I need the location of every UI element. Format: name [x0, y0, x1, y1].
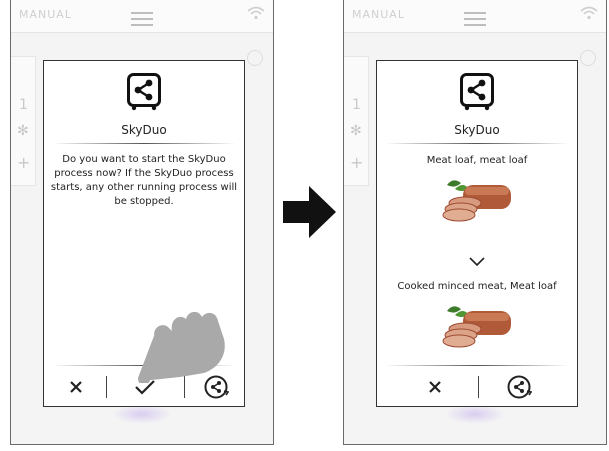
- action-separator: [478, 376, 479, 398]
- dialog-title: SkyDuo: [454, 123, 500, 137]
- pointing-hand-icon: [138, 311, 225, 383]
- menu-icon[interactable]: [131, 12, 153, 30]
- cancel-icon: [429, 381, 441, 393]
- background-dial-icon: [580, 50, 596, 66]
- background-snowflake-icon: ✻: [17, 123, 29, 139]
- background-side-panel: 1 ✻ +: [344, 56, 369, 186]
- divider: [385, 143, 569, 144]
- dialog-title: SkyDuo: [121, 123, 167, 137]
- background-plus-icon: +: [350, 153, 364, 172]
- background-glow: [445, 404, 505, 424]
- cancel-button[interactable]: [415, 372, 455, 402]
- background-glow: [112, 404, 172, 424]
- skyduo-share-icon: [460, 73, 494, 111]
- skyduo-sync-button[interactable]: [499, 372, 539, 402]
- oven-screen-right: MANUAL 1 ✻ + SkyDuo Meat loaf, meat loaf: [343, 0, 607, 445]
- mode-label: MANUAL: [352, 8, 405, 21]
- background-level-icon: 1: [19, 97, 28, 113]
- meat-loaf-image: [442, 180, 511, 222]
- divider: [385, 365, 569, 366]
- action-separator: [106, 376, 107, 398]
- menu-icon[interactable]: [464, 12, 486, 30]
- dialog-message: Do you want to start the SkyDuo process …: [50, 154, 238, 207]
- background-level-icon: 1: [352, 97, 361, 113]
- first-program-name: Meat loaf, meat loaf: [426, 155, 528, 166]
- background-plus-icon: +: [17, 153, 31, 172]
- cancel-icon: [70, 381, 82, 393]
- skyduo-sync-icon: [507, 375, 532, 399]
- skyduo-share-icon: [127, 73, 161, 111]
- skyduo-dialog: SkyDuo Meat loaf, meat loaf Cooked mince…: [376, 60, 578, 407]
- background-dial-icon: [247, 50, 263, 66]
- divider: [52, 143, 236, 144]
- background-snowflake-icon: ✻: [350, 123, 362, 139]
- wifi-icon: [247, 6, 265, 20]
- background-side-panel: 1 ✻ +: [11, 56, 36, 186]
- mode-label: MANUAL: [19, 8, 72, 21]
- top-bar: MANUAL: [344, 0, 606, 33]
- dialog-actions: [377, 370, 577, 406]
- second-program-name: Cooked minced meat, Meat loaf: [397, 281, 557, 292]
- minced-meat-loaf-image: [442, 306, 511, 348]
- wifi-icon: [580, 6, 598, 20]
- right-arrow-icon: [283, 186, 336, 238]
- top-bar: MANUAL: [11, 0, 273, 33]
- cancel-button[interactable]: [56, 372, 96, 402]
- chevron-down-icon: [469, 257, 485, 267]
